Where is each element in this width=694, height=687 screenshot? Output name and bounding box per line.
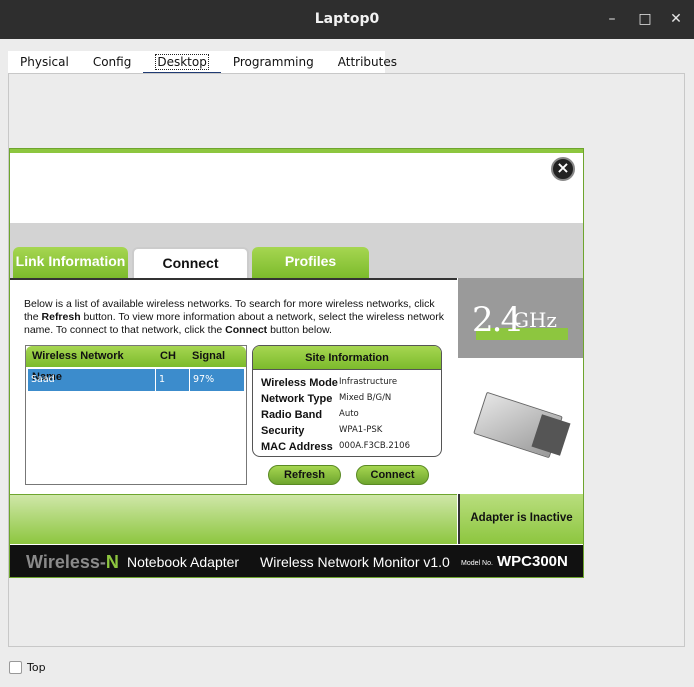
maximize-icon[interactable]: □ [635, 9, 655, 29]
col-channel: CH [160, 350, 176, 362]
value-mac-address: 000A.F3CB.2106 [339, 441, 410, 451]
frequency-badge: 2.4 GHz [458, 278, 583, 358]
adapter-status: Adapter is Inactive [458, 494, 583, 544]
label-radio-band: Radio Band [261, 409, 323, 421]
network-channel: 1 [156, 369, 190, 391]
close-window-icon[interactable]: ✕ [666, 9, 686, 29]
frequency-unit: GHz [513, 308, 557, 332]
connect-instructions: Below is a list of available wireless ne… [24, 298, 445, 336]
app-footer: Wireless-N Notebook Adapter Wireless Net… [10, 545, 583, 577]
tab-connect[interactable]: Connect [132, 247, 249, 278]
model-number: WPC300N [497, 553, 568, 570]
site-info-title: Site Information [253, 346, 441, 370]
value-network-type: Mixed B/G/N [339, 393, 392, 403]
top-checkbox[interactable] [9, 661, 22, 674]
tab-programming[interactable]: Programming [221, 51, 326, 74]
pc-wireless-app: × Link Information Connect Profiles Belo… [9, 148, 584, 578]
network-list-header: Wireless Network Name CH Signal [26, 346, 246, 383]
monitor-version: Wireless Network Monitor v1.0 [260, 554, 450, 570]
tab-profiles[interactable]: Profiles [252, 247, 369, 278]
app-header [10, 149, 583, 223]
tab-config[interactable]: Config [81, 51, 144, 74]
adapter-name: Notebook Adapter [127, 554, 240, 570]
minimize-icon[interactable]: – [602, 9, 622, 29]
window-title: Laptop0 [314, 11, 380, 27]
refresh-button[interactable]: Refresh [268, 465, 341, 485]
value-security: WPA1-PSK [339, 425, 383, 435]
network-name: Saad [28, 369, 156, 391]
tab-link-information[interactable]: Link Information [13, 247, 128, 278]
col-network-name: Wireless Network Name [32, 350, 124, 383]
network-row[interactable]: Saad 1 97% [28, 369, 244, 391]
network-signal: 97% [193, 374, 215, 385]
brand-logo: Wireless-N [26, 552, 119, 572]
tab-desktop[interactable]: Desktop [143, 51, 221, 75]
bottom-bar [10, 494, 457, 544]
value-radio-band: Auto [339, 409, 359, 419]
model-label: Model No. [461, 560, 493, 567]
title-bar: Laptop0 – □ ✕ [0, 0, 694, 39]
col-signal: Signal [192, 350, 226, 362]
label-network-type: Network Type [261, 393, 333, 405]
wireless-network-list: Wireless Network Name CH Signal Saad 1 9… [25, 345, 247, 485]
tab-physical[interactable]: Physical [8, 51, 81, 74]
close-app-icon[interactable]: × [551, 157, 575, 181]
tab-attributes[interactable]: Attributes [326, 51, 409, 74]
top-checkbox-label: Top [27, 661, 46, 674]
label-wireless-mode: Wireless Mode [261, 377, 338, 389]
value-wireless-mode: Infrastructure [339, 377, 398, 387]
site-information-box: Site Information Wireless Mode Infrastru… [252, 345, 442, 457]
connect-button[interactable]: Connect [356, 465, 429, 485]
label-mac-address: MAC Address [261, 441, 333, 453]
label-security: Security [261, 425, 305, 437]
adapter-card-image [458, 358, 583, 496]
device-tabs: Physical Config Desktop Programming Attr… [8, 51, 397, 75]
